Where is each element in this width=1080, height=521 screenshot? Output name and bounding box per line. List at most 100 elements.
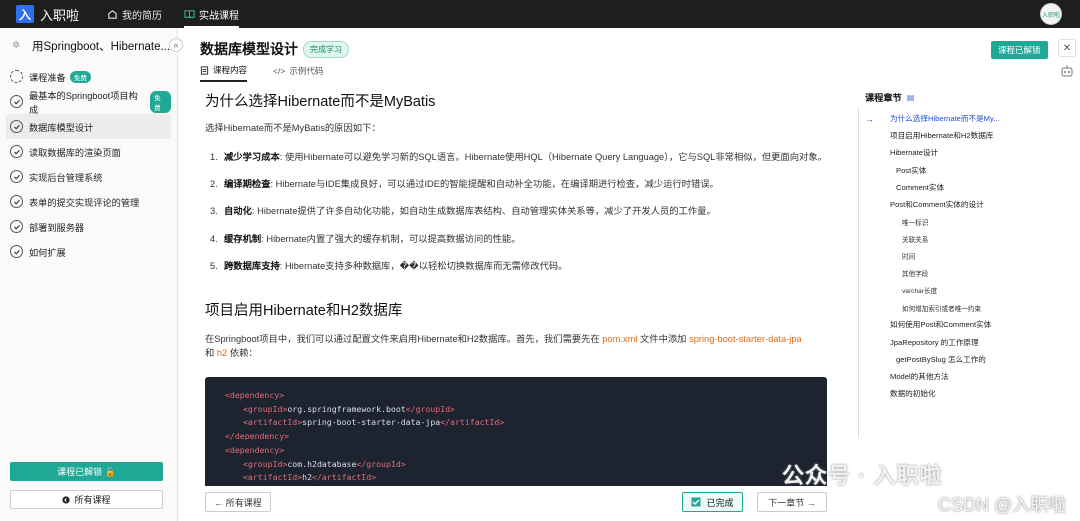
book-icon — [184, 9, 195, 18]
all-courses-back-button[interactable]: ← 所有课程 — [205, 492, 271, 512]
toc-item[interactable]: varchar长度 — [856, 282, 1076, 299]
toc-item[interactable]: 如何增加索引或者唯一约束 — [856, 299, 1076, 316]
toc-item[interactable]: 如何使用Post和Comment实体 — [856, 316, 1076, 333]
check-circle-icon — [10, 120, 23, 133]
course-unlocked-badge[interactable]: 课程已解锁 — [991, 41, 1048, 59]
toc-item[interactable]: getPostBySlug 怎么工作的 — [856, 351, 1076, 368]
toc-item[interactable]: 其他字段 — [856, 265, 1076, 282]
code-tag: <groupId> — [243, 458, 288, 469]
nav-courses[interactable]: 实战课程 — [184, 0, 240, 28]
chevron-left-icon: « — [173, 40, 179, 50]
sidebar-lesson-item[interactable]: 读取数据库的渲染页面 — [6, 139, 171, 164]
check-circle-icon — [10, 145, 23, 158]
lesson-label: 最基本的Springboot项目构成 — [29, 90, 138, 115]
sidebar-lesson-item[interactable]: 课程准备 免费 — [6, 64, 171, 89]
progress-circle-icon — [10, 70, 23, 83]
reason-term: 减少学习成本 — [224, 152, 280, 162]
course-icon: ✲ — [12, 40, 21, 51]
sidebar-lesson-item[interactable]: 实现后台管理系统 — [6, 164, 171, 189]
code-tag: </groupId> — [356, 458, 406, 469]
toc-label: 如何使用Post和Comment实体 — [890, 320, 992, 330]
lesson-label: 实现后台管理系统 — [29, 172, 103, 183]
toc-label: 其他字段 — [902, 271, 929, 279]
toc-label: 数据的初始化 — [890, 389, 936, 399]
toc-title-text: 课程章节 — [865, 93, 902, 103]
user-avatar[interactable]: 入职啦 — [1040, 3, 1062, 25]
next-label: 下一章节 → — [768, 497, 816, 508]
all-courses-button[interactable]: 所有课程 — [10, 490, 163, 509]
reason-text: : 使用Hibernate可以避免学习新的SQL语言。Hibernate使用HQ… — [279, 152, 827, 162]
code-value: com.h2database — [287, 458, 357, 469]
collapse-sidebar-button[interactable]: « — [169, 38, 183, 52]
sidebar-lesson-item[interactable]: 如何扩展 — [6, 239, 171, 264]
sidebar-lesson-item[interactable]: 表单的提交实现评论的管理 — [6, 189, 171, 214]
code-value: org.springframework.boot — [287, 403, 406, 414]
toc-item[interactable]: 项目启用Hibernate和H2数据库 — [856, 127, 1076, 144]
close-button[interactable]: ✕ — [1058, 39, 1076, 57]
code-tag: </artifactId> — [312, 472, 377, 483]
toc-item[interactable]: 唯一标识 — [856, 213, 1076, 230]
toc-item[interactable]: 数据的初始化 — [856, 385, 1076, 402]
sidebar-lesson-item[interactable]: 部署到服务器 — [6, 214, 171, 239]
toc-item[interactable]: 关联关系 — [856, 230, 1076, 247]
enable-text: 文件中添加 — [637, 334, 690, 344]
reason-text: : Hibernate与IDE集成良好，可以通过IDE的智能提醒和自动补全功能，… — [270, 179, 719, 189]
sidebar-lesson-item[interactable]: 数据库模型设计 — [6, 114, 171, 139]
logo-mark: 入 — [16, 5, 34, 23]
toc-item[interactable]: Model的其他方法 — [856, 368, 1076, 385]
reason-text: : Hibernate内置了强大的缓存机制，可以提高数据访问的性能。 — [261, 234, 521, 244]
article-content: 为什么选择Hibernate而不是MyBatis 选择Hibernate而不是M… — [196, 88, 836, 521]
reason-item: 4. 缓存机制: Hibernate内置了强大的缓存机制，可以提高数据访问的性能。 — [210, 231, 521, 245]
course-unlocked-button[interactable]: 课程已解锁 🔓 — [10, 462, 163, 481]
toc-item[interactable]: Post和Comment实体的设计 — [856, 196, 1076, 213]
toc-item[interactable]: Hibernate设计 — [856, 144, 1076, 161]
section-heading-enable: 项目启用Hibernate和H2数据库 — [205, 303, 403, 319]
toc-item[interactable]: 时间 — [856, 248, 1076, 265]
inline-code-h2: h2 — [216, 348, 228, 358]
checkbox-icon — [691, 497, 701, 507]
enable-text: 依赖： — [227, 348, 258, 358]
code-tag: <dependency> — [225, 390, 285, 400]
free-badge: 免费 — [150, 90, 171, 113]
code-tag: </artifactId> — [440, 417, 505, 428]
reason-text: : Hibernate支持多种数据库，��以轻松切换数据库而无需修改代码。 — [279, 261, 568, 271]
tab-course-content[interactable]: 课程内容 — [200, 64, 248, 82]
tab-sample-code[interactable]: </> 示例代码 — [273, 64, 323, 82]
reason-item: 1. 减少学习成本: 使用Hibernate可以避免学习新的SQL语言。Hiber… — [210, 149, 827, 163]
check-circle-icon — [10, 95, 23, 108]
lesson-label: 课程准备 — [29, 72, 66, 83]
close-icon: ✕ — [1062, 42, 1072, 54]
toc-item[interactable]: Comment实体 — [856, 179, 1076, 196]
reason-number: 3. — [210, 206, 218, 216]
section-heading-why: 为什么选择Hibernate而不是MyBatis — [205, 94, 436, 110]
site-logo[interactable]: 入 入职啦 — [16, 5, 79, 24]
next-chapter-button[interactable]: 下一章节 → — [757, 492, 827, 512]
assistant-robot-icon[interactable] — [1060, 64, 1074, 78]
done-label: 已完成 — [706, 497, 734, 508]
code-tag: </dependency> — [225, 431, 290, 442]
nav-label: 我的简历 — [122, 10, 163, 22]
check-circle-icon — [10, 170, 23, 183]
tab-label: 示例代码 — [289, 66, 324, 76]
reason-number: 1. — [210, 152, 218, 162]
nav-my-resume[interactable]: 我的简历 — [107, 0, 162, 28]
toc-item[interactable]: JpaRepository 的工作原理 — [856, 333, 1076, 350]
mark-done-button[interactable]: 已完成 — [682, 492, 743, 512]
check-circle-icon — [10, 245, 23, 258]
sidebar-lesson-item[interactable]: 最基本的Springboot项目构成 免费 — [6, 89, 171, 115]
nav-label: 实战课程 — [199, 10, 240, 22]
reason-term: 自动化 — [224, 206, 252, 216]
toc-label: 关联关系 — [902, 236, 929, 244]
logo-text: 入职啦 — [40, 7, 80, 23]
code-tag: <groupId> — [243, 403, 288, 414]
toc-item[interactable]: → 为什么选择Hibernate而不是My... — [856, 110, 1076, 127]
code-tag: <dependency> — [225, 444, 285, 455]
book-icon: ▤ — [906, 92, 915, 102]
toc-item[interactable]: Post实体 — [856, 162, 1076, 179]
toc-label: 项目启用Hibernate和H2数据库 — [890, 131, 994, 141]
code-icon: </> — [273, 66, 286, 76]
toc-label: 唯一标识 — [902, 219, 929, 227]
lesson-label: 读取数据库的渲染页面 — [29, 147, 121, 158]
code-value: h2 — [302, 472, 313, 483]
watermark-csdn: CSDN @入职啦 — [938, 495, 1067, 515]
